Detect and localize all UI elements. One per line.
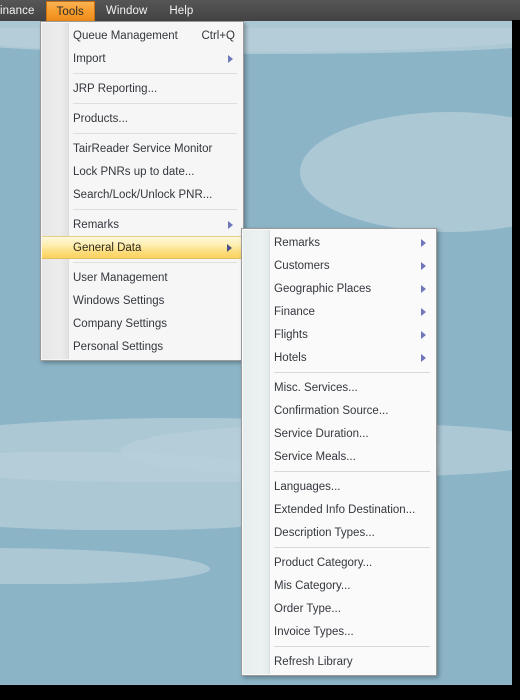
menu-item-label: Personal Settings xyxy=(73,340,164,353)
menu-separator xyxy=(73,73,237,74)
chevron-right-icon xyxy=(421,238,426,247)
menu-item-label: Search/Lock/Unlock PNR... xyxy=(73,188,213,201)
chevron-right-icon xyxy=(421,284,426,293)
tools-menu-item-personal-settings[interactable]: Personal Settings xyxy=(41,335,243,358)
menu-separator xyxy=(274,372,430,373)
tools-menu-item-remarks[interactable]: Remarks xyxy=(41,213,243,236)
menu-item-label: Service Meals... xyxy=(274,450,356,463)
menu-item-label: Hotels xyxy=(274,351,307,364)
menu-item-label: Customers xyxy=(274,259,330,272)
menu-item-label: JRP Reporting... xyxy=(73,82,158,95)
menu-separator xyxy=(73,103,237,104)
menu-item-label: TairReader Service Monitor xyxy=(73,142,213,155)
chevron-right-icon xyxy=(421,261,426,270)
desktop-wave-decoration xyxy=(300,112,512,232)
capture-border-right xyxy=(512,20,520,700)
menu-item-label: Geographic Places xyxy=(274,282,372,295)
menu-separator xyxy=(274,471,430,472)
menu-item-label: Remarks xyxy=(274,236,321,249)
tools-menu-item-tairreader-service-monitor[interactable]: TairReader Service Monitor xyxy=(41,137,243,160)
chevron-right-icon xyxy=(421,307,426,316)
menu-item-label: Confirmation Source... xyxy=(274,404,389,417)
chevron-right-icon xyxy=(228,54,233,63)
general-data-item-invoice-types[interactable]: Invoice Types... xyxy=(242,620,436,643)
general-data-item-extended-info-destination[interactable]: Extended Info Destination... xyxy=(242,498,436,521)
tools-menu-item-import[interactable]: Import xyxy=(41,47,243,70)
menu-separator xyxy=(73,262,237,263)
menu-item-label: Company Settings xyxy=(73,317,167,330)
menu-item-label: Product Category... xyxy=(274,556,373,569)
desktop-wave-decoration xyxy=(0,548,210,584)
general-data-item-mis-category[interactable]: Mis Category... xyxy=(242,574,436,597)
general-data-submenu-panel: Remarks Customers Geographic Places Finance… xyxy=(241,228,437,676)
menu-item-label: Misc. Services... xyxy=(274,381,358,394)
general-data-item-geographic-places[interactable]: Geographic Places xyxy=(242,277,436,300)
tools-menu-items: Queue Management Ctrl+Q Import JRP Reportin… xyxy=(41,24,243,358)
tools-menu-item-user-management[interactable]: User Management xyxy=(41,266,243,289)
application-window: inance Tools Window Help Queue Management Ct… xyxy=(0,0,520,700)
general-data-item-service-meals[interactable]: Service Meals... xyxy=(242,445,436,468)
general-data-item-order-type[interactable]: Order Type... xyxy=(242,597,436,620)
general-data-item-customers[interactable]: Customers xyxy=(242,254,436,277)
general-data-item-product-category[interactable]: Product Category... xyxy=(242,551,436,574)
menu-bar: inance Tools Window Help xyxy=(0,0,520,21)
menu-item-label: User Management xyxy=(73,271,168,284)
menu-item-label: Products... xyxy=(73,112,128,125)
menubar-item-tools[interactable]: Tools xyxy=(45,1,95,21)
general-data-item-refresh-library[interactable]: Refresh Library xyxy=(242,650,436,673)
menubar-item-window[interactable]: Window xyxy=(95,0,159,21)
chevron-right-icon xyxy=(227,243,232,252)
menu-separator xyxy=(73,209,237,210)
menu-item-label: Lock PNRs up to date... xyxy=(73,165,195,178)
menu-separator xyxy=(274,547,430,548)
tools-menu-item-search-lock-unlock-pnr[interactable]: Search/Lock/Unlock PNR... xyxy=(41,183,243,206)
tools-menu-item-jrp-reporting[interactable]: JRP Reporting... xyxy=(41,77,243,100)
tools-menu-item-general-data[interactable]: General Data xyxy=(42,236,242,259)
general-data-item-confirmation-source[interactable]: Confirmation Source... xyxy=(242,399,436,422)
general-data-item-finance[interactable]: Finance xyxy=(242,300,436,323)
general-data-item-service-duration[interactable]: Service Duration... xyxy=(242,422,436,445)
menu-item-label: Import xyxy=(73,52,106,65)
menu-item-label: Remarks xyxy=(73,218,120,231)
menubar-item-inance[interactable]: inance xyxy=(0,0,46,21)
general-data-item-hotels[interactable]: Hotels xyxy=(242,346,436,369)
tools-menu-item-windows-settings[interactable]: Windows Settings xyxy=(41,289,243,312)
tools-menu-item-lock-pnrs-up-to-date[interactable]: Lock PNRs up to date... xyxy=(41,160,243,183)
menu-item-shortcut: Ctrl+Q xyxy=(201,29,235,42)
general-data-item-description-types[interactable]: Description Types... xyxy=(242,521,436,544)
chevron-right-icon xyxy=(421,353,426,362)
menu-item-label: Description Types... xyxy=(274,526,375,539)
tools-menu-item-queue-management[interactable]: Queue Management Ctrl+Q xyxy=(41,24,243,47)
menu-item-label: Refresh Library xyxy=(274,655,353,668)
general-data-item-languages[interactable]: Languages... xyxy=(242,475,436,498)
tools-menu-panel: Queue Management Ctrl+Q Import JRP Reportin… xyxy=(40,21,244,361)
general-data-item-flights[interactable]: Flights xyxy=(242,323,436,346)
menu-item-label: Windows Settings xyxy=(73,294,165,307)
menu-item-label: Finance xyxy=(274,305,315,318)
menu-item-label: Order Type... xyxy=(274,602,341,615)
menubar-item-help[interactable]: Help xyxy=(158,0,204,21)
chevron-right-icon xyxy=(421,330,426,339)
menu-item-label: Extended Info Destination... xyxy=(274,503,416,516)
chevron-right-icon xyxy=(228,220,233,229)
menu-item-label: Service Duration... xyxy=(274,427,369,440)
menu-item-label: Queue Management xyxy=(73,29,178,42)
menu-separator xyxy=(274,646,430,647)
menu-item-label: General Data xyxy=(73,241,142,254)
menu-item-label: Invoice Types... xyxy=(274,625,354,638)
general-data-item-misc-services[interactable]: Misc. Services... xyxy=(242,376,436,399)
capture-border-bottom xyxy=(0,685,520,700)
general-data-submenu-items: Remarks Customers Geographic Places Finance… xyxy=(242,231,436,673)
menu-item-label: Mis Category... xyxy=(274,579,351,592)
menu-item-label: Flights xyxy=(274,328,308,341)
tools-menu-item-products[interactable]: Products... xyxy=(41,107,243,130)
menu-separator xyxy=(73,133,237,134)
menu-item-label: Languages... xyxy=(274,480,341,493)
tools-menu-item-company-settings[interactable]: Company Settings xyxy=(41,312,243,335)
general-data-item-remarks[interactable]: Remarks xyxy=(242,231,436,254)
